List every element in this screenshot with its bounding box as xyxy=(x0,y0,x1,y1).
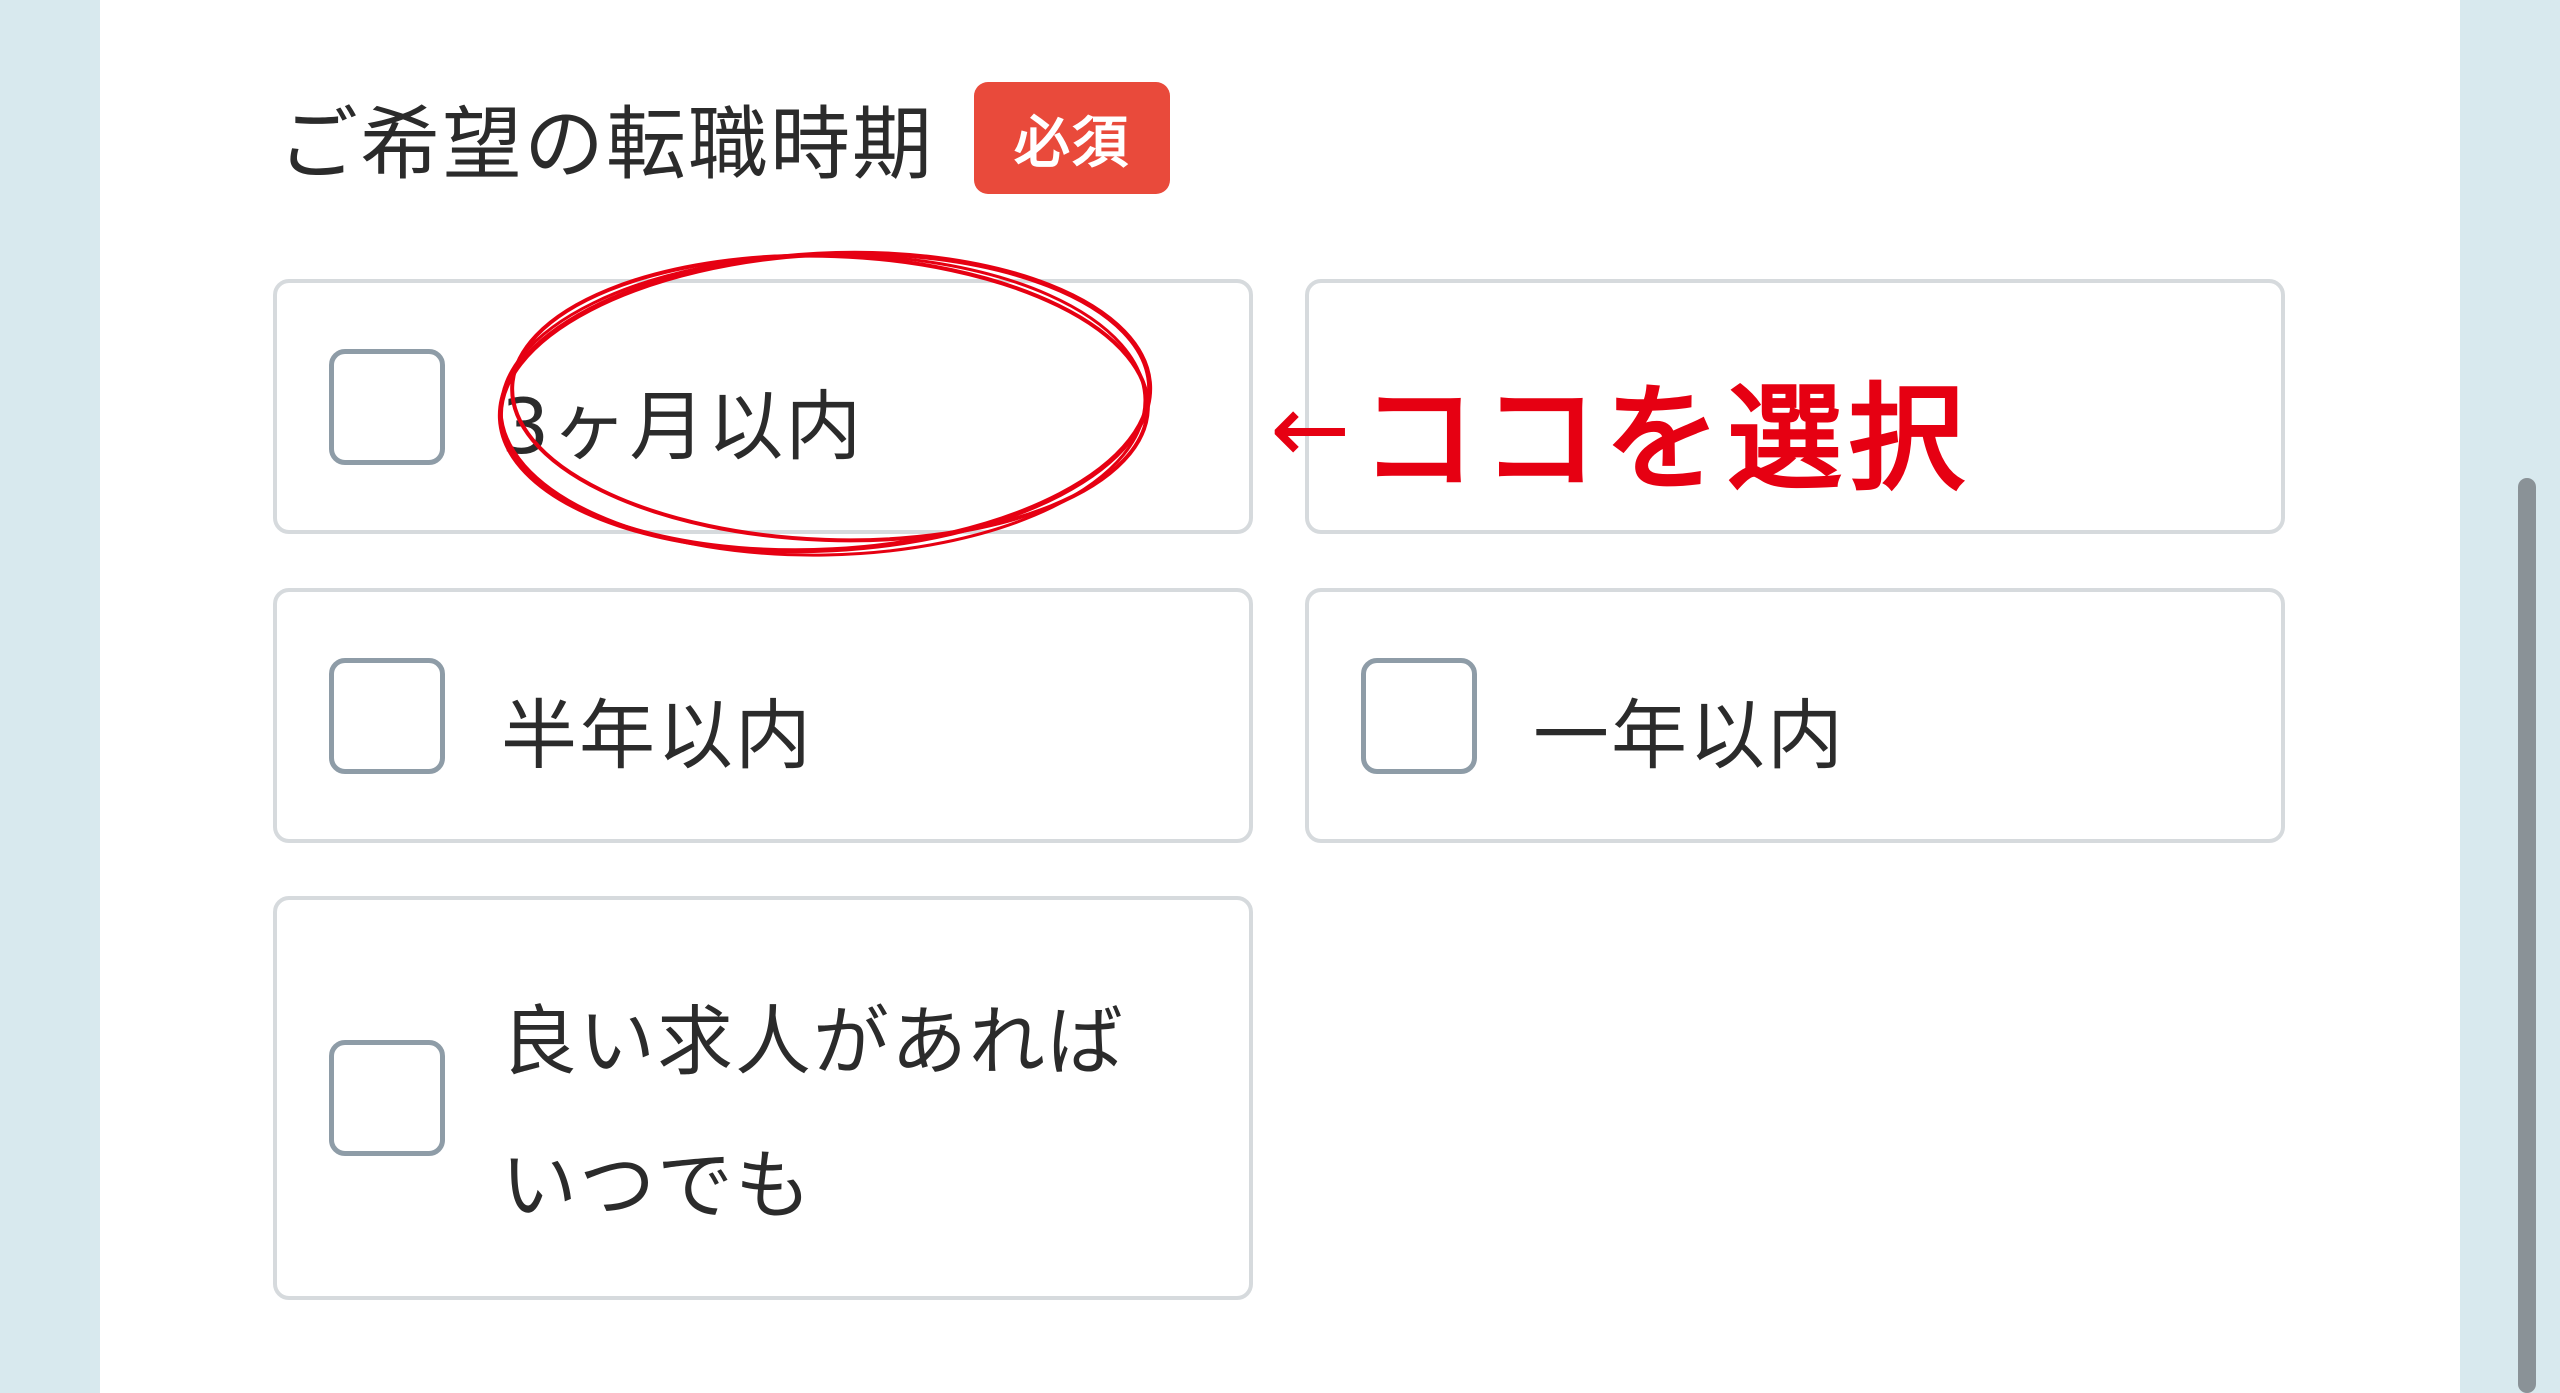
option-anytime[interactable]: 良い求人があればいつでも xyxy=(273,896,1253,1300)
option-label: 良い求人があればいつでも xyxy=(501,997,1125,1230)
checkbox-anytime[interactable] xyxy=(329,1040,445,1156)
option-label: 半年以内 xyxy=(501,691,813,780)
select-here-annotation: ← ココを選択 xyxy=(1270,345,1970,513)
form-panel: ご希望の転職時期 必須 3ヶ月以内 半年以内 一年以内 良い求人があればいつでも… xyxy=(100,0,2460,1393)
option-one-year[interactable]: 一年以内 xyxy=(1305,588,2285,843)
checkbox-3-months[interactable] xyxy=(329,349,445,465)
question-heading: ご希望の転職時期 必須 xyxy=(278,80,1170,196)
checkbox-one-year[interactable] xyxy=(1361,658,1477,774)
checkbox-half-year[interactable] xyxy=(329,658,445,774)
annotation-text: ココを選択 xyxy=(1360,372,1971,507)
question-label: ご希望の転職時期 xyxy=(278,98,934,191)
option-label: 一年以内 xyxy=(1533,691,1845,780)
left-arrow-icon: ← xyxy=(1270,373,1351,485)
required-badge: 必須 xyxy=(974,82,1170,194)
option-3-months[interactable]: 3ヶ月以内 xyxy=(273,279,1253,534)
option-label: 3ヶ月以内 xyxy=(501,382,864,471)
option-half-year[interactable]: 半年以内 xyxy=(273,588,1253,843)
scrollbar-thumb[interactable] xyxy=(2518,478,2536,1393)
